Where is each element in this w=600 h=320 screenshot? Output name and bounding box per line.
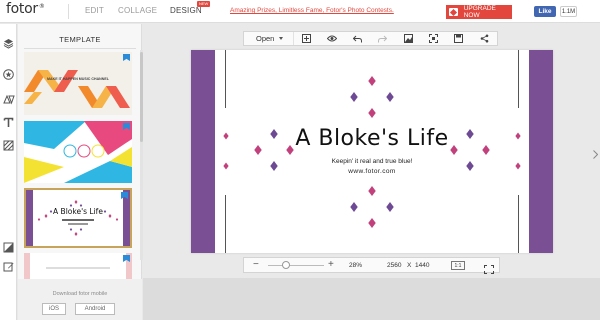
zoom-slider-track[interactable] (268, 265, 324, 266)
diamond-icon (449, 8, 458, 16)
design-canvas[interactable]: A Bloke's Life Keepin' it real and true … (191, 50, 553, 253)
template-thumbnail[interactable]: MAKE IT HAPPEN MUSIC CHANNEL (24, 52, 132, 115)
text-icon[interactable] (2, 116, 15, 129)
image-icon[interactable] (395, 32, 420, 45)
download-mobile-text: Download fotor mobile (52, 291, 108, 297)
color-block-graphic (24, 121, 132, 183)
zoom-bar: − + 28% 2560 X 1440 1:1 (243, 257, 500, 274)
canvas-subtitle[interactable]: Keepin' it real and true blue! (191, 158, 553, 165)
diamond-ornament (368, 218, 376, 228)
divider (24, 48, 136, 49)
fullscreen-icon[interactable] (484, 261, 494, 274)
facebook-like-label: Like (538, 8, 552, 15)
thumbnail-caption: A Bloke's Life (53, 207, 103, 216)
template-panel: TEMPLATE MAKE IT HAPPEN MUSIC CHANNEL A … (18, 24, 142, 320)
resize-icon[interactable] (2, 241, 15, 254)
zoom-out-button[interactable]: − (253, 259, 259, 270)
new-badge: NEW (197, 1, 211, 7)
fotor-logo[interactable]: fotor® (6, 1, 45, 17)
preview-icon[interactable] (319, 32, 344, 45)
canvas-width: 2560 (387, 262, 402, 269)
chevron-down-icon (279, 37, 284, 40)
thumbnail-subline (68, 223, 88, 225)
shapes-icon[interactable] (2, 93, 15, 106)
chevron-right-icon[interactable] (591, 145, 600, 163)
actual-size-button[interactable]: 1:1 (451, 261, 465, 270)
thumbnail-caption: MAKE IT HAPPEN MUSIC CHANNEL (47, 77, 109, 81)
thumbnail-subline (46, 267, 110, 269)
edit-icon[interactable] (2, 260, 15, 273)
canvas-height: 1440 (415, 262, 430, 269)
upgrade-label: UPGRADE NOW (463, 5, 496, 19)
pattern-icon[interactable] (2, 139, 15, 152)
ios-button[interactable]: iOS (42, 303, 66, 315)
open-dropdown[interactable]: Open (244, 32, 294, 45)
template-thumbnail[interactable] (24, 121, 132, 183)
crop-icon[interactable] (421, 32, 446, 45)
open-label: Open (256, 34, 275, 43)
zoom-slider-handle[interactable] (281, 261, 290, 269)
add-icon[interactable] (294, 32, 319, 45)
canvas-toolbar: Open (243, 31, 498, 46)
top-bar: fotor® EDIT COLLAGE DESIGN NEW Amazing P… (0, 0, 600, 23)
upgrade-button[interactable]: UPGRADE NOW (446, 5, 512, 19)
diamond-ornament (350, 202, 358, 212)
diamond-ornament (386, 92, 394, 102)
diamond-ornament (350, 92, 358, 102)
canvas-url[interactable]: www.fotor.com (191, 168, 553, 175)
diamond-ornament (368, 108, 376, 118)
zoom-in-button[interactable]: + (328, 259, 334, 270)
orange-ribbon-graphic (24, 70, 130, 108)
nav-edit[interactable]: EDIT (85, 6, 104, 15)
layers-icon[interactable] (2, 37, 15, 50)
panel-scrollbar-thumb[interactable] (140, 52, 143, 142)
diamond-ornaments (223, 76, 521, 228)
pink-border (24, 253, 30, 279)
template-thumbnail[interactable] (24, 253, 132, 279)
undo-icon[interactable] (344, 32, 369, 45)
facebook-like-count: 1.1M (560, 6, 577, 17)
share-icon[interactable] (472, 32, 497, 45)
panel-title: TEMPLATE (59, 35, 101, 44)
facebook-like-button[interactable]: Like (534, 6, 556, 17)
save-icon[interactable] (446, 32, 471, 45)
redo-icon[interactable] (370, 32, 395, 45)
divider (68, 4, 69, 19)
diamond-ornament (368, 186, 376, 196)
template-thumbnail-selected[interactable]: A Bloke's Life (24, 188, 132, 248)
zoom-percent: 28% (349, 262, 363, 269)
dimension-separator: X (407, 262, 412, 269)
workspace-footer (143, 278, 600, 320)
thumbnail-subline (62, 219, 94, 221)
promo-link[interactable]: Amazing Prizes, Limitless Fame, Fotor's … (230, 7, 394, 14)
blokes-life-graphic (26, 190, 130, 246)
nav-design[interactable]: DESIGN (170, 6, 202, 15)
diamond-ornament (368, 76, 376, 86)
nav-collage[interactable]: COLLAGE (118, 6, 157, 15)
diamond-ornament (386, 202, 394, 212)
canvas-title[interactable]: A Bloke's Life (191, 126, 553, 151)
star-icon[interactable] (2, 68, 15, 81)
android-button[interactable]: Android (75, 303, 115, 315)
tool-rail (0, 24, 17, 320)
